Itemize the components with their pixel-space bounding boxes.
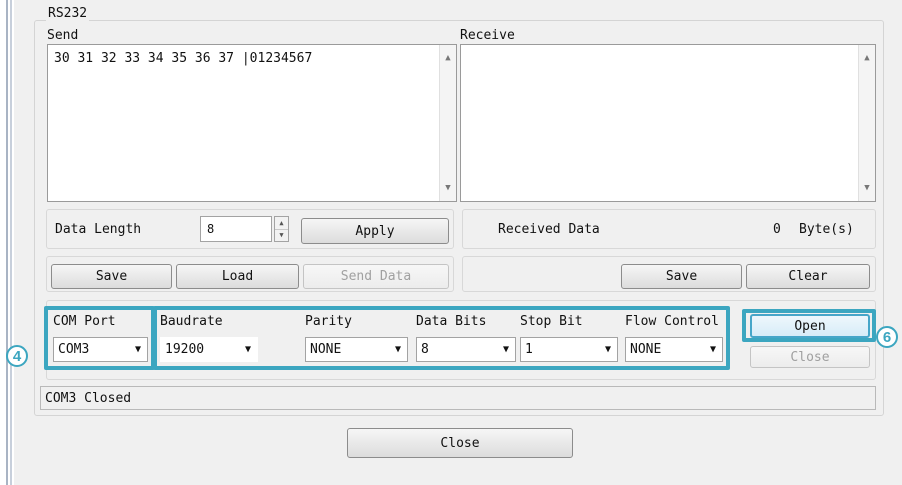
annotation-6-badge: 6 (876, 326, 898, 348)
annotation-4-badge: 4 (6, 345, 28, 367)
received-data-label: Received Data (498, 222, 600, 237)
open-button-highlight (742, 309, 876, 342)
send-label: Send (47, 28, 79, 43)
scroll-down-icon[interactable]: ▼ (864, 183, 869, 193)
serial-settings-highlight (153, 306, 730, 370)
spin-up-icon[interactable]: ▲ (275, 217, 288, 229)
data-length-spinner[interactable]: ▲ ▼ (274, 216, 289, 242)
close-port-button[interactable]: Close (750, 346, 870, 368)
apply-button[interactable]: Apply (301, 218, 449, 244)
send-scrollbar[interactable]: ▲ ▼ (439, 45, 456, 201)
data-length-label: Data Length (55, 222, 142, 237)
window-left-border (0, 0, 8, 485)
received-data-unit: Byte(s) (799, 222, 854, 237)
received-data-count: 0 (773, 222, 781, 237)
receive-scrollbar[interactable]: ▲ ▼ (858, 45, 875, 201)
spin-down-icon[interactable]: ▼ (275, 228, 288, 242)
data-length-input[interactable]: 8 (200, 216, 272, 242)
group-title: RS232 (46, 6, 90, 21)
save-receive-button[interactable]: Save (621, 264, 742, 289)
receive-label: Receive (460, 28, 515, 43)
window-left-border-inner (10, 0, 12, 485)
scroll-up-icon[interactable]: ▲ (864, 53, 869, 63)
com-port-highlight (44, 306, 155, 370)
receive-textarea[interactable]: ▲ ▼ (460, 44, 876, 202)
scroll-up-icon[interactable]: ▲ (445, 53, 450, 63)
close-window-button[interactable]: Close (347, 428, 573, 458)
save-send-button[interactable]: Save (51, 264, 172, 289)
scroll-down-icon[interactable]: ▼ (445, 183, 450, 193)
send-text: 30 31 32 33 34 35 36 37 |01234567 (54, 51, 313, 66)
send-textarea[interactable]: 30 31 32 33 34 35 36 37 |01234567 ▲ ▼ (47, 44, 457, 202)
clear-button[interactable]: Clear (746, 264, 870, 289)
status-bar: COM3 Closed (40, 386, 876, 410)
send-data-button[interactable]: Send Data (303, 264, 449, 289)
load-button[interactable]: Load (176, 264, 299, 289)
